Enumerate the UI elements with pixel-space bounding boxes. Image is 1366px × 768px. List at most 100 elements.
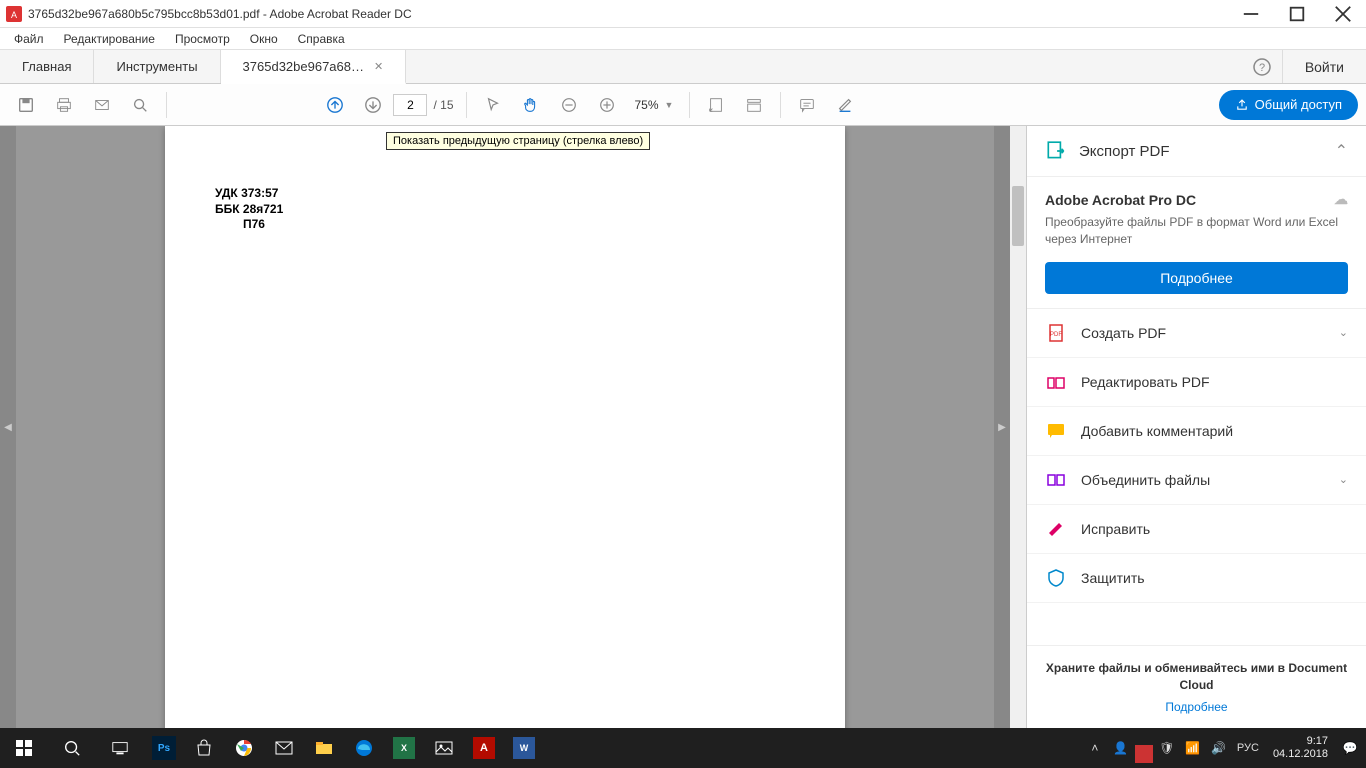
tools-sidepanel: Экспорт PDF ⌃ Adobe Acrobat Pro DC ☁ Пре… (1026, 126, 1366, 728)
taskbar-app-excel[interactable]: X (384, 728, 424, 768)
create-pdf-icon: PDF (1045, 322, 1067, 344)
tray-show-hidden-icon[interactable]: ˄ (1083, 728, 1107, 768)
tool-redact[interactable]: Исправить (1027, 505, 1366, 554)
chevron-up-icon[interactable]: ⌃ (1335, 141, 1348, 161)
zoom-out-icon[interactable] (551, 87, 587, 123)
document-area: ◀ Показать предыдущую страницу (стрелка … (0, 126, 1026, 728)
window-minimize[interactable] (1228, 0, 1274, 28)
next-page-icon[interactable] (355, 87, 391, 123)
prev-page-icon[interactable] (317, 87, 353, 123)
doc-bbk: ББК 28я721 (215, 202, 795, 218)
mail-icon[interactable] (84, 87, 120, 123)
scrollbar-thumb[interactable] (1012, 186, 1024, 246)
toolbar: / 15 75% ▼ Общий доступ (0, 84, 1366, 126)
login-button[interactable]: Войти (1282, 50, 1366, 83)
zoom-value[interactable]: 75% (627, 98, 663, 112)
window-close[interactable] (1320, 0, 1366, 28)
tool-create-pdf[interactable]: PDF Создать PDF ⌄ (1027, 309, 1366, 358)
print-icon[interactable] (46, 87, 82, 123)
tray-notifications-icon[interactable]: 💬 (1338, 728, 1362, 768)
pdf-page: УДК 373:57 ББК 28я721 П76 Прилежаева, Ла… (165, 126, 845, 728)
taskbar-app-mail[interactable] (264, 728, 304, 768)
taskbar-app-chrome[interactable] (224, 728, 264, 768)
comment-tool-icon (1045, 420, 1067, 442)
taskbar-app-explorer[interactable] (304, 728, 344, 768)
tray-app-icon[interactable] (1135, 745, 1153, 763)
taskbar-search-icon[interactable] (48, 728, 96, 768)
menu-window[interactable]: Окно (240, 30, 288, 48)
page-total-label: / 15 (429, 98, 457, 112)
footer-learn-more[interactable]: Подробнее (1045, 700, 1348, 714)
taskbar-app-photos[interactable] (424, 728, 464, 768)
learn-more-button[interactable]: Подробнее (1045, 262, 1348, 294)
menu-file[interactable]: Файл (4, 30, 54, 48)
page-number-input[interactable] (393, 94, 427, 116)
share-icon (1235, 98, 1249, 112)
export-pdf-section[interactable]: Экспорт PDF ⌃ (1027, 126, 1366, 177)
tray-clock[interactable]: 9:17 04.12.2018 (1265, 735, 1336, 761)
shield-icon (1045, 567, 1067, 589)
doc-code: П76 (215, 217, 795, 233)
page-canvas[interactable]: Показать предыдущую страницу (стрелка вл… (16, 126, 994, 728)
workspace: ◀ Показать предыдущую страницу (стрелка … (0, 126, 1366, 728)
redact-icon (1045, 518, 1067, 540)
tool-protect[interactable]: Защитить (1027, 554, 1366, 603)
cloud-footer: Храните файлы и обменивайтесь ими в Docu… (1027, 645, 1366, 728)
system-tray: ˄ 👤 🛡 📶 🔊 РУС 9:17 04.12.2018 💬 (1083, 728, 1366, 768)
start-button[interactable] (0, 728, 48, 768)
left-panel-handle[interactable]: ◀ (0, 126, 16, 728)
chevron-down-icon[interactable]: ▼ (665, 100, 682, 110)
app-icon: A (6, 6, 22, 22)
task-view-icon[interactable] (96, 728, 144, 768)
fit-width-icon[interactable] (698, 87, 734, 123)
selection-tool-icon[interactable] (475, 87, 511, 123)
chevron-down-icon: ⌄ (1339, 326, 1348, 339)
tray-language[interactable]: РУС (1233, 728, 1263, 768)
share-button[interactable]: Общий доступ (1219, 90, 1358, 120)
taskbar-app-acrobat[interactable]: A (464, 728, 504, 768)
pro-description: Преобразуйте файлы PDF в формат Word или… (1045, 214, 1348, 248)
taskbar-app-store[interactable] (184, 728, 224, 768)
tab-home[interactable]: Главная (0, 50, 94, 83)
tabbar: Главная Инструменты 3765d32be967a68… ✕ ?… (0, 50, 1366, 84)
search-icon[interactable] (122, 87, 158, 123)
help-button[interactable]: ? (1242, 50, 1282, 83)
tray-network-icon[interactable]: 📶 (1181, 728, 1205, 768)
tray-defender-icon[interactable]: 🛡 (1155, 728, 1179, 768)
page-display-icon[interactable] (736, 87, 772, 123)
pro-title: Adobe Acrobat Pro DC ☁ (1045, 191, 1348, 208)
svg-text:PDF: PDF (1050, 332, 1062, 338)
export-pdf-body: Adobe Acrobat Pro DC ☁ Преобразуйте файл… (1027, 177, 1366, 309)
right-panel-handle[interactable]: ▶ (994, 126, 1010, 728)
window-titlebar: A 3765d32be967a680b5c795bcc8b53d01.pdf -… (0, 0, 1366, 28)
zoom-in-icon[interactable] (589, 87, 625, 123)
tool-add-comment[interactable]: Добавить комментарий (1027, 407, 1366, 456)
taskbar-app-edge[interactable] (344, 728, 384, 768)
window-maximize[interactable] (1274, 0, 1320, 28)
chevron-down-icon: ⌄ (1339, 473, 1348, 486)
window-title: 3765d32be967a680b5c795bcc8b53d01.pdf - A… (28, 7, 1228, 21)
taskbar-app-photoshop[interactable]: Ps (144, 728, 184, 768)
combine-icon (1045, 469, 1067, 491)
hand-tool-icon[interactable] (513, 87, 549, 123)
vertical-scrollbar[interactable] (1010, 126, 1026, 728)
tool-combine-files[interactable]: Объединить файлы ⌄ (1027, 456, 1366, 505)
tab-document[interactable]: 3765d32be967a68… ✕ (221, 50, 407, 84)
tab-tools[interactable]: Инструменты (94, 50, 220, 83)
svg-text:A: A (11, 10, 17, 20)
tray-people-icon[interactable]: 👤 (1109, 728, 1133, 768)
windows-taskbar: Ps X A W ˄ 👤 🛡 📶 🔊 РУС 9:17 04.12.2018 💬 (0, 728, 1366, 768)
comment-icon[interactable] (789, 87, 825, 123)
cloud-icon: ☁ (1334, 191, 1348, 208)
svg-text:?: ? (1259, 62, 1265, 74)
menu-view[interactable]: Просмотр (165, 30, 240, 48)
save-icon[interactable] (8, 87, 44, 123)
menu-edit[interactable]: Редактирование (54, 30, 165, 48)
taskbar-app-word[interactable]: W (504, 728, 544, 768)
sign-icon[interactable] (827, 87, 863, 123)
menu-help[interactable]: Справка (288, 30, 355, 48)
doc-udk: УДК 373:57 (215, 186, 795, 202)
tool-edit-pdf[interactable]: Редактировать PDF (1027, 358, 1366, 407)
close-icon[interactable]: ✕ (374, 60, 383, 73)
tray-volume-icon[interactable]: 🔊 (1207, 728, 1231, 768)
